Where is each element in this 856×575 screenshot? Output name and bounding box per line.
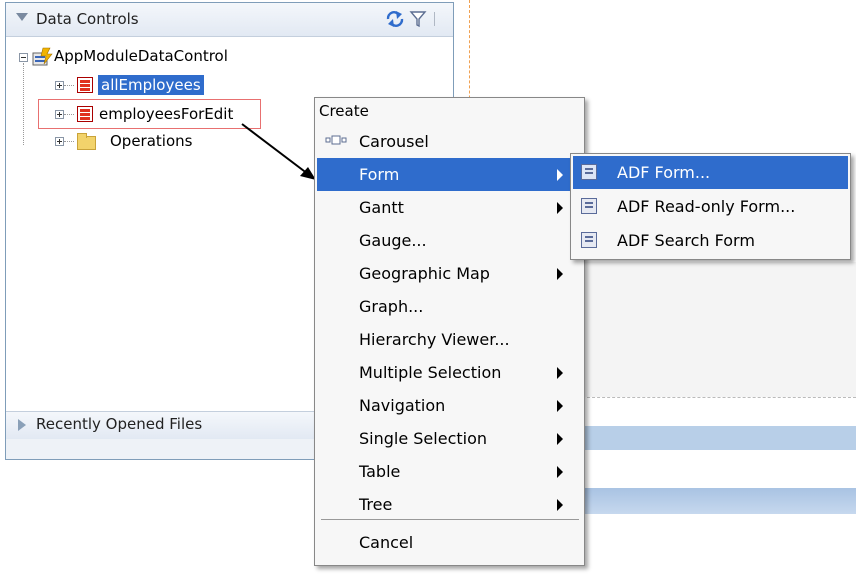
submenu-arrow-icon (557, 367, 563, 379)
form-icon (581, 198, 597, 214)
menu-item-gauge[interactable]: Gauge... (317, 224, 582, 257)
submenu-item-adf-search-form[interactable]: ADF Search Form (573, 224, 848, 257)
collection-icon (77, 106, 93, 122)
submenu-arrow-icon (557, 433, 563, 445)
menu-item-tree[interactable]: Tree (317, 488, 582, 521)
tree-item-operations[interactable]: Operations (110, 132, 192, 150)
refresh-icon[interactable] (384, 9, 406, 29)
menu-item-label: Tree (359, 495, 393, 514)
menu-item-hierarchy-viewer[interactable]: Hierarchy Viewer... (317, 323, 582, 356)
menu-item-single-selection[interactable]: Single Selection (317, 422, 582, 455)
editor-divider (572, 397, 856, 398)
expand-chevron-icon[interactable] (18, 419, 26, 431)
menu-item-multiple-selection[interactable]: Multiple Selection (317, 356, 582, 389)
submenu-item-label: ADF Form... (617, 163, 711, 182)
folder-icon (77, 133, 96, 150)
tree-root-label[interactable]: AppModuleDataControl (54, 47, 228, 65)
submenu-item-adf-form[interactable]: ADF Form... (573, 156, 848, 189)
menu-item-label: Navigation (359, 396, 446, 415)
menu-item-label: Carousel (359, 132, 429, 151)
tree-item-employeesforedit[interactable]: employeesForEdit (99, 105, 233, 123)
submenu-arrow-icon (557, 499, 563, 511)
menu-item-label: Graph... (359, 297, 424, 316)
menu-separator (321, 519, 579, 520)
collection-icon (77, 77, 93, 93)
submenu-arrow-icon (557, 400, 563, 412)
menu-item-label: Single Selection (359, 429, 488, 448)
menu-item-label: Gauge... (359, 231, 427, 250)
create-context-menu: Create Carousel Form Gantt Gauge... Geog… (314, 97, 585, 566)
menu-item-label: Gantt (359, 198, 404, 217)
root-collapse-toggle[interactable] (19, 53, 28, 62)
expand-toggle-operations[interactable] (55, 137, 64, 146)
tree-line (64, 114, 74, 115)
submenu-arrow-icon (557, 169, 563, 181)
carousel-icon (325, 135, 347, 145)
toolbar-separator (434, 12, 435, 26)
menu-item-label: Cancel (359, 533, 414, 552)
tree-line (64, 141, 74, 142)
submenu-item-label: ADF Read-only Form... (617, 197, 796, 216)
menu-item-label: Hierarchy Viewer... (359, 330, 510, 349)
menu-item-graph[interactable]: Graph... (317, 290, 582, 323)
submenu-arrow-icon (557, 268, 563, 280)
tree-line (64, 85, 74, 86)
menu-item-label: Multiple Selection (359, 363, 502, 382)
collapse-chevron-icon[interactable] (16, 13, 28, 21)
form-icon (581, 232, 597, 248)
menu-item-label: Table (359, 462, 401, 481)
menu-item-gantt[interactable]: Gantt (317, 191, 582, 224)
tree-item-allemployees[interactable]: allEmployees (98, 75, 204, 95)
form-submenu: ADF Form... ADF Read-only Form... ADF Se… (570, 153, 851, 260)
submenu-arrow-icon (557, 202, 563, 214)
editor-gray-region (572, 262, 856, 397)
menu-item-carousel[interactable]: Carousel (317, 125, 582, 158)
menu-item-cancel[interactable]: Cancel (317, 526, 582, 559)
data-control-icon (32, 47, 53, 66)
expand-toggle-allemployees[interactable] (55, 81, 64, 90)
menu-header: Create (319, 102, 369, 120)
tree-line (23, 63, 24, 145)
expand-toggle-employeesforedit[interactable] (55, 110, 64, 119)
menu-item-table[interactable]: Table (317, 455, 582, 488)
submenu-arrow-icon (557, 466, 563, 478)
menu-item-label: Geographic Map (359, 264, 490, 283)
form-icon (581, 164, 597, 180)
menu-item-geographic-map[interactable]: Geographic Map (317, 257, 582, 290)
menu-item-navigation[interactable]: Navigation (317, 389, 582, 422)
panel-title: Data Controls (36, 10, 139, 28)
submenu-item-label: ADF Search Form (617, 231, 755, 250)
menu-item-form[interactable]: Form (317, 158, 582, 191)
data-controls-header[interactable]: Data Controls (6, 3, 453, 37)
filter-icon[interactable] (409, 9, 427, 29)
submenu-item-adf-read-only-form[interactable]: ADF Read-only Form... (573, 190, 848, 223)
menu-item-label: Form (359, 165, 400, 184)
recent-files-title: Recently Opened Files (36, 415, 203, 433)
